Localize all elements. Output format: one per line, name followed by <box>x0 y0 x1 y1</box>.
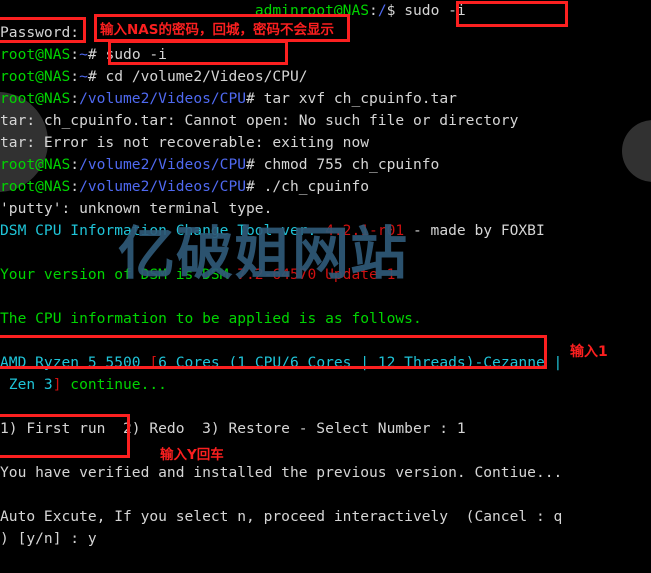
terminal-text-segment: Password: <box>0 24 80 41</box>
terminal-line: 1) First run 2) Redo 3) Restore - Select… <box>0 418 651 440</box>
terminal-line: root@NAS:~# cd /volume2/Videos/CPU/ <box>0 66 651 88</box>
terminal-text-segment: # chmod 755 ch_cpuinfo <box>246 156 440 173</box>
terminal-text-segment: : <box>70 68 80 85</box>
terminal-text-segment: ] <box>52 376 62 393</box>
terminal-text-segment: Your version of DSM is DSM <box>0 266 238 283</box>
terminal-text-segment: AMD Ryzen 5 5500 <box>0 354 150 371</box>
terminal-line: DSM CPU Information Change Tool ver. 4.2… <box>0 220 651 242</box>
terminal-text-segment: Zen 3 <box>0 376 53 393</box>
terminal-text-segment: 6 Cores (1 CPU/6 Cores | 12 Threads)-Cez… <box>158 354 563 371</box>
terminal-text-segment: tar: Error is not recoverable: exiting n… <box>0 134 370 151</box>
terminal-text-segment: : <box>70 156 80 173</box>
terminal-text-segment: 1) First run 2) Redo 3) Restore - Select… <box>0 420 466 437</box>
annotation-input-y: 输入Y回车 <box>160 447 224 463</box>
terminal-line: The CPU information to be applied is as … <box>0 308 651 330</box>
terminal-text-segment: DSM CPU Information Change Tool ver. <box>0 222 326 239</box>
terminal-line: tar: ch_cpuinfo.tar: Cannot open: No suc… <box>0 110 651 132</box>
terminal-text-segment: # cd /volume2/Videos/CPU/ <box>87 68 308 85</box>
annotation-password-note: 输入NAS的密码，回城，密码不会显示 <box>100 22 334 38</box>
terminal-text-segment: [ <box>149 354 159 371</box>
terminal-text-segment: root@NAS <box>0 46 71 63</box>
terminal-text-segment: root@NAS <box>0 178 71 195</box>
terminal-text-segment: root@NAS <box>0 156 71 173</box>
terminal-text-segment: continue... <box>61 376 167 393</box>
terminal-text-segment: /volume2/Videos/CPU <box>79 156 247 173</box>
terminal-window[interactable]: adminroot@NAS:/$ sudo -i Password: root@NA… <box>0 0 651 573</box>
terminal-text-segment: : <box>369 2 378 19</box>
terminal-text-segment: $ sudo -i <box>386 2 466 19</box>
terminal-text-segment: root@NAS <box>0 68 71 85</box>
terminal-line: You have verified and installed the prev… <box>0 462 651 484</box>
terminal-text-segment: ) [y/n] : y <box>0 530 97 547</box>
terminal-line: root@NAS:/volume2/Videos/CPU# tar xvf ch… <box>0 88 651 110</box>
terminal-text-segment: : <box>70 90 80 107</box>
terminal-line: root@NAS:/volume2/Videos/CPU# ./ch_cpuin… <box>0 176 651 198</box>
terminal-text-segment: /volume2/Videos/CPU <box>79 90 247 107</box>
terminal-text-segment: You have verified and installed the prev… <box>0 464 563 481</box>
terminal-text-segment: : <box>70 46 80 63</box>
terminal-text-segment: 'putty': unknown terminal type. <box>0 200 273 217</box>
annotation-input-one: 输入1 <box>570 344 608 360</box>
terminal-text-segment: # sudo -i <box>87 46 167 63</box>
terminal-text-segment: /volume2/Videos/CPU <box>79 178 247 195</box>
terminal-text-segment: tar: ch_cpuinfo.tar: Cannot open: No suc… <box>0 112 519 129</box>
terminal-line: Your version of DSM is DSM 7.2-64570 Upd… <box>0 264 651 286</box>
terminal-line: tar: Error is not recoverable: exiting n… <box>0 132 651 154</box>
terminal-line: AMD Ryzen 5 5500 [6 Cores (1 CPU/6 Cores… <box>0 352 651 374</box>
terminal-output: adminroot@NAS:/$ sudo -i Password: root@NA… <box>0 0 651 573</box>
terminal-text-segment: / <box>377 2 387 19</box>
terminal-line: ) [y/n] : y <box>0 528 651 550</box>
terminal-text-segment: adminroot@NAS <box>254 2 370 19</box>
terminal-line: 'putty': unknown terminal type. <box>0 198 651 220</box>
terminal-line: root@NAS:~# sudo -i <box>0 44 651 66</box>
terminal-text-segment: : <box>70 178 80 195</box>
terminal-text-segment: # ./ch_cpuinfo <box>246 178 370 195</box>
terminal-text-segment: 4.2.1-r01 <box>325 222 405 239</box>
terminal-line: Auto Excute, If you select n, proceed in… <box>0 506 651 528</box>
terminal-text-segment: 7.2-64570 Update 1 <box>237 266 396 283</box>
terminal-text-segment: ~ <box>79 68 88 85</box>
terminal-text-segment: The CPU information to be applied is as … <box>0 310 422 327</box>
terminal-text-segment: ~ <box>79 46 88 63</box>
terminal-line: Zen 3] continue... <box>0 374 651 396</box>
terminal-text-segment: - made by FOXBI <box>404 222 545 239</box>
terminal-line: root@NAS:/volume2/Videos/CPU# chmod 755 … <box>0 154 651 176</box>
terminal-text-segment: Auto Excute, If you select n, proceed in… <box>0 508 563 525</box>
terminal-text-segment: root@NAS <box>0 90 71 107</box>
terminal-text-segment: # tar xvf ch_cpuinfo.tar <box>246 90 457 107</box>
